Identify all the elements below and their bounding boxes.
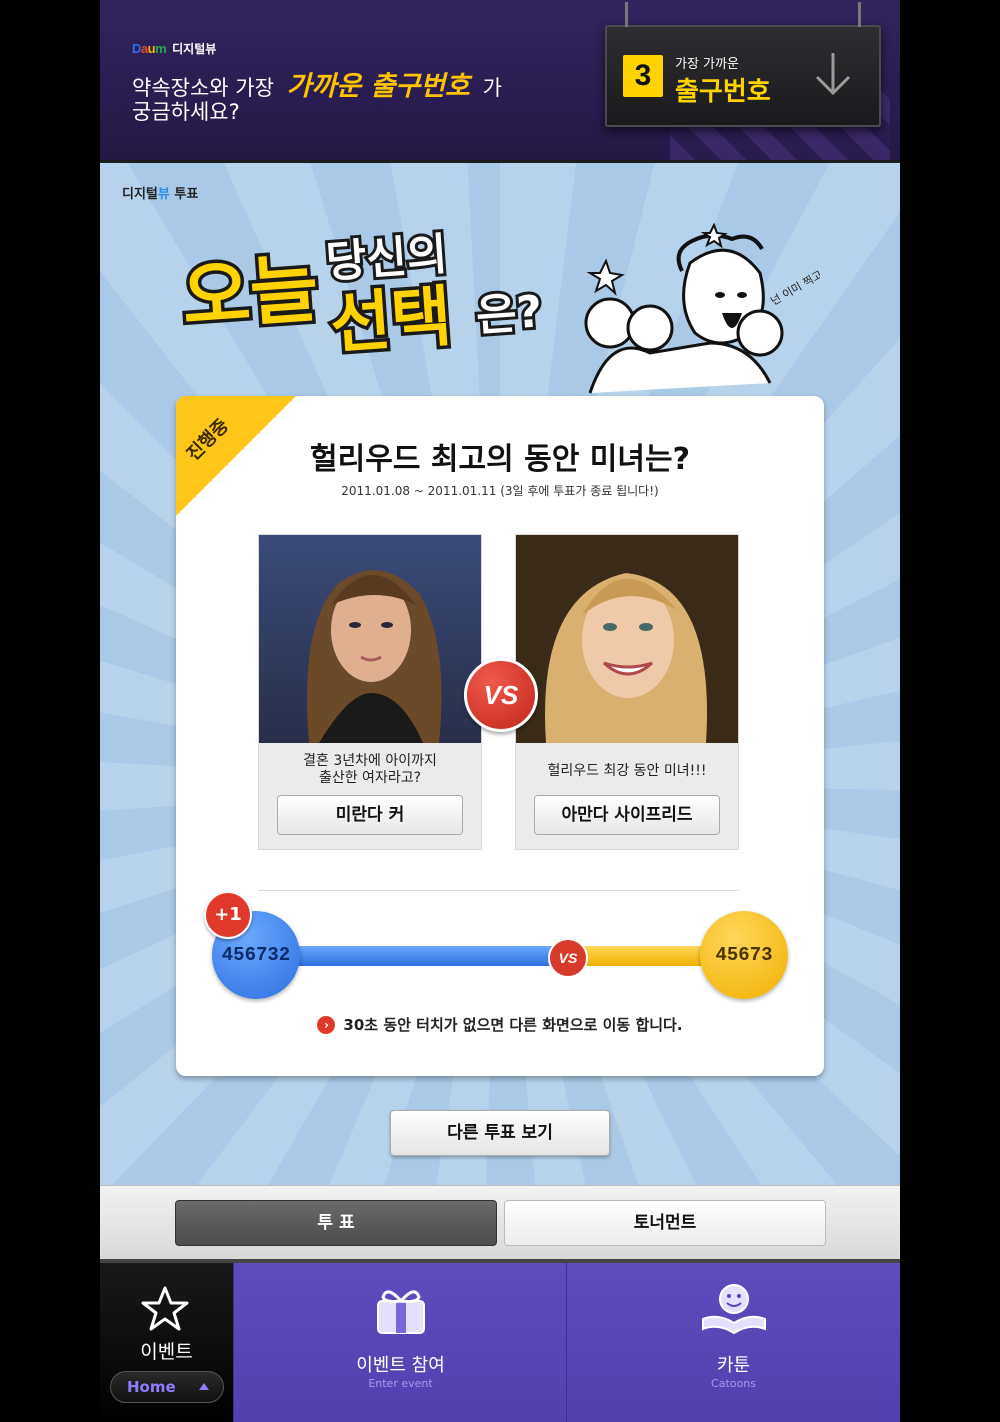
option-right-desc-line1: 헐리우드 최강 동안 미녀!!! — [547, 763, 707, 779]
gift-icon — [377, 1290, 425, 1334]
option-right-description: 헐리우드 최강 동안 미녀!!! — [516, 763, 738, 780]
option-right: 헐리우드 최강 동안 미녀!!! 아만다 사이프리드 — [515, 534, 739, 850]
vote-bar-right — [568, 946, 718, 966]
option-left: 결혼 3년차에 아이까지 출산한 여자라고? 미란다 커 — [258, 534, 482, 850]
nav-enter-event-sub: Enter event — [368, 1377, 433, 1390]
candidate-photo-right[interactable] — [516, 535, 738, 743]
vote-button-right[interactable]: 아만다 사이프리드 — [534, 795, 720, 835]
nav-cartoon[interactable]: 카툰 Catoons — [566, 1263, 900, 1422]
vote-card: 진행중 헐리우드 최고의 동안 미녀는? 2011.01.08 ~ 2011.0… — [176, 396, 824, 1076]
nav-enter-event[interactable]: 이벤트 참여 Enter event — [233, 1263, 567, 1422]
top-banner-ad[interactable]: Daum 디지털뷰 약속장소와 가장 가까운 출구번호 가 궁금하세요? 3 가… — [100, 0, 900, 160]
vote-logo-mid: 뷰 — [157, 187, 170, 202]
vote-logo-prefix: 디지털 — [122, 187, 158, 202]
vote-question: 헐리우드 최고의 동안 미녀는? — [310, 442, 690, 477]
exit-sign: 3 가장 가까운 출구번호 — [605, 2, 881, 127]
vote-count-right: 45673 — [700, 911, 788, 999]
home-label: Home — [127, 1378, 176, 1396]
nav-cartoon-label: 카툰 — [716, 1355, 751, 1376]
vote-logo-suffix: 투표 — [169, 187, 199, 202]
vote-period: 2011.01.08 ~ 2011.01.11 (3일 후에 투표가 종료 됩니… — [341, 484, 659, 498]
caret-up-icon — [199, 1383, 209, 1390]
banner-brand: Daum 디지털뷰 — [132, 40, 216, 57]
vote-bar-left — [286, 946, 568, 966]
vote-main: 디지털뷰 투표 오늘 당신의 선택 은? 넌 이미 찍고있다 진행중 헐리우드 … — [100, 160, 900, 1188]
vote-logo: 디지털뷰 투표 — [122, 183, 198, 202]
nav-cartoon-sub: Catoons — [711, 1377, 756, 1390]
exit-number: 3 — [623, 55, 663, 97]
star-icon — [141, 1286, 189, 1331]
vote-button-left[interactable]: 미란다 커 — [277, 795, 463, 835]
candidate-photo-left[interactable] — [259, 535, 481, 743]
mode-tabs: 투 표 토너먼트 — [100, 1185, 900, 1260]
vs-small-badge: VS — [548, 938, 588, 978]
app-frame: Daum 디지털뷰 약속장소와 가장 가까운 출구번호 가 궁금하세요? 3 가… — [100, 0, 900, 1422]
timeout-notice: › 30초 동안 터치가 없으면 다른 화면으로 이동 합니다. — [176, 1014, 824, 1035]
nav-event[interactable]: 이벤트 Home — [100, 1263, 233, 1422]
banner-line2: 궁금하세요? — [132, 100, 240, 124]
svg-text:넌 이미 찍고있다: 넌 이미 찍고있다 — [768, 258, 820, 308]
option-left-desc-line2: 출산한 여자라고? — [318, 770, 422, 786]
timeout-notice-text: 30초 동안 터치가 없으면 다른 화면으로 이동 합니다. — [343, 1016, 683, 1034]
banner-line1-highlight: 가까운 출구번호 — [286, 71, 470, 102]
option-left-description: 결혼 3년차에 아이까지 출산한 여자라고? — [259, 753, 481, 787]
plus-one-badge: +1 — [204, 891, 252, 939]
arrow-down-icon — [815, 53, 851, 96]
card-divider — [258, 890, 740, 891]
exit-sign-big: 출구번호 — [675, 77, 771, 107]
tab-tournament[interactable]: 토너먼트 — [504, 1200, 826, 1246]
brand-service: 디지털뷰 — [172, 42, 217, 56]
option-left-desc-line1: 결혼 3년차에 아이까지 — [303, 753, 437, 769]
headline-word3: 선택 — [328, 278, 455, 363]
nav-enter-event-label: 이벤트 참여 — [356, 1355, 445, 1376]
cartoon-book-icon — [702, 1284, 766, 1335]
banner-line1-suffix: 가 — [482, 76, 502, 100]
vs-badge: VS — [464, 658, 538, 732]
chevron-right-icon: › — [317, 1016, 336, 1034]
headline-logo: 오늘 당신의 선택 은? — [178, 226, 547, 363]
exit-sign-small: 가장 가까운 — [675, 57, 739, 72]
headline-word4: 은? — [474, 286, 543, 341]
mascot-illustration: 넌 이미 찍고있다 — [584, 223, 820, 394]
nav-event-label: 이벤트 — [140, 1341, 193, 1363]
daum-logo: Daum — [132, 41, 167, 56]
other-votes-button[interactable]: 다른 투표 보기 — [390, 1110, 610, 1156]
bottom-nav: 이벤트 Home 이벤트 참여 Enter event 카툰 Catoons — [100, 1259, 900, 1422]
tab-vote[interactable]: 투 표 — [175, 1200, 497, 1246]
home-button[interactable]: Home — [110, 1371, 224, 1403]
mascot-note: 넌 이미 찍고있다 — [768, 258, 820, 308]
headline-word1: 오늘 — [179, 246, 321, 341]
